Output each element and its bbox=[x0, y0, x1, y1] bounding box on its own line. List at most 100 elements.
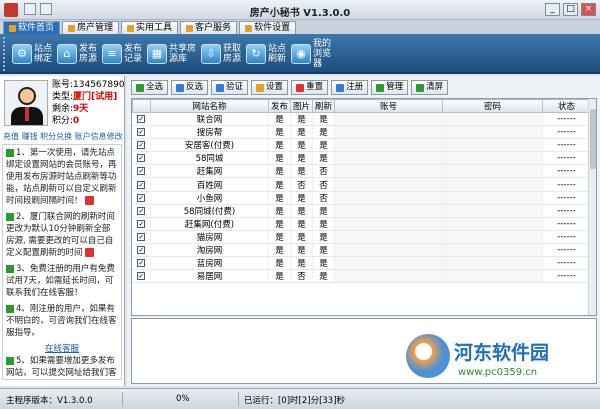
row-checkbox-cell[interactable]: ✓ bbox=[132, 164, 151, 179]
table-row[interactable]: ✓ 蓝房网是是是 ------ bbox=[132, 256, 591, 271]
row-checkbox[interactable]: ✓ bbox=[137, 154, 146, 163]
password-cell[interactable] bbox=[442, 125, 543, 140]
row-checkbox-cell[interactable]: ✓ bbox=[132, 230, 151, 244]
password-cell[interactable] bbox=[442, 164, 543, 179]
account-cell[interactable] bbox=[334, 177, 443, 192]
maximize-button[interactable]: □ bbox=[563, 3, 578, 16]
table-row[interactable]: ✓ 联合网是是是 ------ bbox=[132, 112, 591, 127]
fetch-button[interactable]: ⇩ 获取房源 bbox=[201, 38, 241, 70]
password-cell[interactable] bbox=[442, 243, 543, 258]
col-site-name[interactable]: 网站名称 bbox=[150, 99, 269, 113]
account-cell[interactable] bbox=[334, 164, 443, 179]
account-cell[interactable] bbox=[334, 256, 443, 271]
col-status[interactable]: 状态 bbox=[542, 99, 591, 113]
vertical-scrollbar[interactable] bbox=[588, 99, 596, 315]
table-row[interactable]: ✓ 58同城是是是 ------ bbox=[132, 151, 591, 166]
row-checkbox-cell[interactable]: ✓ bbox=[132, 269, 151, 284]
table-row[interactable]: ✓ 猫房网是是是 ------ bbox=[132, 230, 591, 244]
row-checkbox-cell[interactable]: ✓ bbox=[132, 191, 151, 205]
row-checkbox[interactable]: ✓ bbox=[137, 193, 146, 202]
password-cell[interactable] bbox=[442, 269, 543, 284]
scroll-thumb[interactable] bbox=[590, 109, 596, 169]
share-button[interactable]: ▦ 共享房源库 bbox=[147, 38, 196, 70]
row-checkbox[interactable]: ✓ bbox=[137, 180, 146, 189]
minimize-button[interactable]: _ bbox=[545, 3, 560, 16]
row-checkbox[interactable]: ✓ bbox=[137, 141, 146, 150]
account-cell[interactable] bbox=[334, 217, 443, 231]
password-cell[interactable] bbox=[442, 191, 543, 205]
account-cell[interactable] bbox=[334, 269, 443, 284]
tab-service[interactable]: 客户服务 bbox=[180, 21, 238, 34]
account-cell[interactable] bbox=[334, 191, 443, 205]
bind-site-button[interactable]: ⚙ 站点绑定 bbox=[12, 38, 52, 70]
row-checkbox-cell[interactable]: ✓ bbox=[132, 217, 151, 231]
account-cell[interactable] bbox=[334, 204, 443, 218]
row-checkbox-cell[interactable]: ✓ bbox=[132, 138, 151, 153]
account-cell[interactable] bbox=[334, 230, 443, 244]
col-image[interactable]: 图片 bbox=[290, 99, 313, 113]
watermark: 河东软件园 www.pc0359.cn bbox=[406, 334, 596, 386]
online-service-link[interactable]: 在线客服 bbox=[6, 343, 118, 355]
table-row[interactable]: ✓ 58同城(付费) 是是是 ------ bbox=[132, 204, 591, 218]
table-row[interactable]: ✓ 安居客(付费) 是是是 ------ bbox=[132, 138, 591, 153]
table-row[interactable]: ✓ 赶集网(付费) 是是是 ------ bbox=[132, 217, 591, 231]
account-cell[interactable] bbox=[334, 151, 443, 166]
verify-button[interactable]: 验证 bbox=[211, 80, 249, 95]
password-cell[interactable] bbox=[442, 217, 543, 231]
account-cell[interactable] bbox=[334, 243, 443, 258]
invert-button[interactable]: 反选 bbox=[171, 80, 209, 95]
row-checkbox-cell[interactable]: ✓ bbox=[132, 204, 151, 218]
col-refresh[interactable]: 刷新 bbox=[312, 99, 335, 113]
account-cell[interactable] bbox=[334, 125, 443, 140]
password-cell[interactable] bbox=[442, 230, 543, 244]
row-checkbox-cell[interactable]: ✓ bbox=[132, 125, 151, 140]
row-checkbox[interactable]: ✓ bbox=[137, 219, 146, 228]
register-button[interactable]: 注册 bbox=[331, 80, 369, 95]
account-cell[interactable] bbox=[334, 138, 443, 153]
settings-button[interactable]: 设置 bbox=[251, 80, 289, 95]
tab-tools[interactable]: 实用工具 bbox=[121, 21, 179, 34]
close-button[interactable]: × bbox=[581, 3, 596, 16]
password-cell[interactable] bbox=[442, 204, 543, 218]
row-checkbox[interactable]: ✓ bbox=[137, 272, 146, 281]
quick-links[interactable]: 充值 赚钱 积分兑换 账户信息修改 bbox=[3, 131, 123, 142]
account-cell[interactable] bbox=[334, 112, 443, 127]
password-cell[interactable] bbox=[442, 177, 543, 192]
col-publish[interactable]: 发布 bbox=[268, 99, 291, 113]
row-checkbox-cell[interactable]: ✓ bbox=[132, 151, 151, 166]
row-checkbox[interactable]: ✓ bbox=[137, 232, 146, 241]
row-checkbox-cell[interactable]: ✓ bbox=[132, 112, 151, 127]
col-account[interactable]: 账号 bbox=[334, 99, 443, 113]
password-cell[interactable] bbox=[442, 112, 543, 127]
row-checkbox[interactable]: ✓ bbox=[137, 206, 146, 215]
record-button[interactable]: ≡ 发布记录 bbox=[102, 38, 142, 70]
tab-property[interactable]: 房产管理 bbox=[62, 21, 120, 34]
row-checkbox-cell[interactable]: ✓ bbox=[132, 243, 151, 258]
row-checkbox-cell[interactable]: ✓ bbox=[132, 256, 151, 271]
clear-button[interactable]: 清屏 bbox=[411, 80, 449, 95]
password-cell[interactable] bbox=[442, 151, 543, 166]
table-row[interactable]: ✓ 小鱼网是是否 ------ bbox=[132, 191, 591, 205]
table-row[interactable]: ✓ 易居网是否是 ------ bbox=[132, 269, 591, 284]
table-row[interactable]: ✓ 百姓网是否否 ------ bbox=[132, 177, 591, 192]
publish-button[interactable]: ⌂ 发布房源 bbox=[57, 38, 97, 70]
row-checkbox[interactable]: ✓ bbox=[137, 259, 146, 268]
row-checkbox-cell[interactable]: ✓ bbox=[132, 177, 151, 192]
table-row[interactable]: ✓ 赶集网是是否 ------ bbox=[132, 164, 591, 179]
select-all-button[interactable]: 全选 bbox=[131, 80, 169, 95]
manage-button[interactable]: 管理 bbox=[371, 80, 409, 95]
password-cell[interactable] bbox=[442, 138, 543, 153]
row-checkbox[interactable]: ✓ bbox=[137, 115, 146, 124]
row-checkbox[interactable]: ✓ bbox=[137, 167, 146, 176]
tab-settings[interactable]: 软件设置 bbox=[239, 21, 297, 34]
col-password[interactable]: 密码 bbox=[442, 99, 543, 113]
password-cell[interactable] bbox=[442, 256, 543, 271]
table-row[interactable]: ✓ 淘房网是是是 ------ bbox=[132, 243, 591, 258]
browser-button[interactable]: ◉ 我的浏览器 bbox=[291, 38, 337, 70]
row-checkbox[interactable]: ✓ bbox=[137, 128, 146, 137]
tab-home[interactable]: 软件首页 bbox=[3, 21, 61, 34]
reset-button[interactable]: 重置 bbox=[291, 80, 329, 95]
refresh-button[interactable]: ↻ 站点刷新 bbox=[246, 38, 286, 70]
table-row[interactable]: ✓ 搜房帮是是是 ------ bbox=[132, 125, 591, 140]
row-checkbox[interactable]: ✓ bbox=[137, 245, 146, 254]
